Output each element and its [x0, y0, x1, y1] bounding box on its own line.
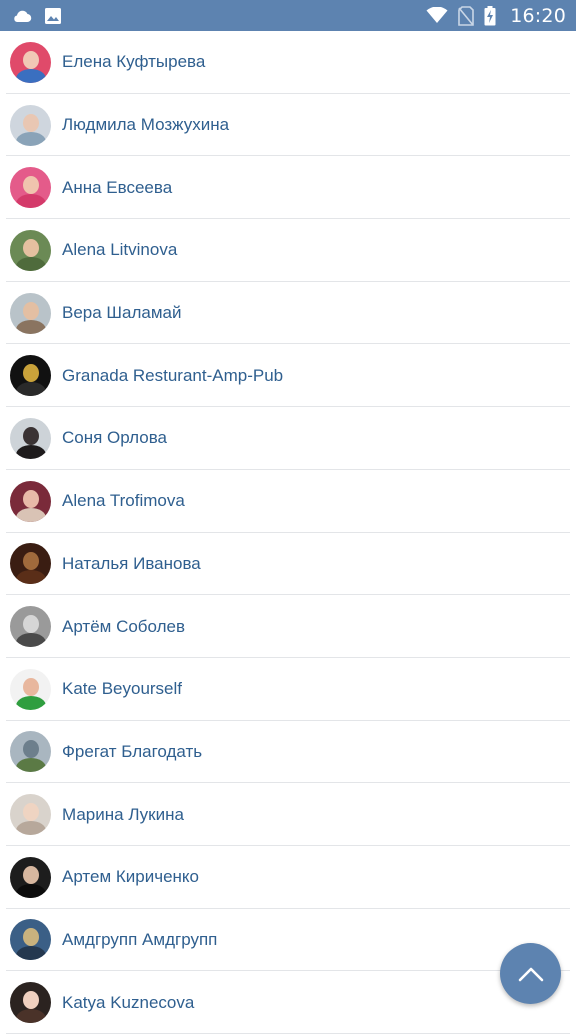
avatar — [10, 856, 51, 898]
friend-name: Kate Beyourself — [62, 679, 183, 699]
friend-row[interactable]: Alena Litvinova — [0, 219, 576, 282]
avatar — [10, 731, 51, 773]
status-time: 16:20 — [510, 4, 566, 27]
friend-row[interactable]: Елена Куфтырева — [0, 31, 576, 94]
friend-row[interactable]: Katya Kuznecova — [0, 971, 576, 1034]
avatar — [10, 355, 51, 397]
avatar — [10, 606, 51, 648]
avatar — [10, 919, 51, 961]
image-icon — [44, 7, 62, 25]
avatar — [10, 167, 51, 209]
friend-row[interactable]: Анна Евсеева — [0, 156, 576, 219]
friend-name: Katya Kuznecova — [62, 992, 195, 1012]
friend-name: Alena Litvinova — [62, 240, 178, 260]
friend-name: Артём Соболев — [62, 616, 186, 636]
friend-row[interactable]: Соня Орлова — [0, 407, 576, 470]
scroll-top-button[interactable] — [500, 943, 561, 1004]
friend-name: Granada Resturant-Amp-Pub — [62, 365, 284, 385]
friend-row[interactable]: Артём Соболев — [0, 595, 576, 658]
avatar — [10, 229, 51, 271]
avatar — [10, 41, 51, 83]
friend-row[interactable]: Kate Beyourself — [0, 658, 576, 721]
friend-row[interactable]: Фрегат Благодать — [0, 721, 576, 784]
status-bar: 16:20 — [0, 0, 576, 31]
friend-name: Людмила Мозжухина — [62, 115, 230, 135]
friend-name: Марина Лукина — [62, 804, 184, 824]
avatar — [10, 292, 51, 334]
battery-charging-icon — [484, 5, 496, 26]
friend-name: Елена Куфтырева — [62, 52, 206, 72]
friend-list: Елена Куфтырева Людмила Мозжухина Анна Евс… — [0, 31, 576, 1034]
friend-name: Alena Trofimova — [62, 491, 185, 511]
chevron-up-icon — [518, 966, 544, 982]
no-sim-icon — [458, 5, 475, 26]
friend-row[interactable]: Артем Кириченко — [0, 846, 576, 909]
friend-row[interactable]: Наталья Иванова — [0, 533, 576, 596]
cloud-icon — [12, 9, 32, 23]
avatar — [10, 982, 51, 1024]
friend-row[interactable]: Марина Лукина — [0, 783, 576, 846]
avatar — [10, 543, 51, 585]
avatar — [10, 794, 51, 836]
friend-name: Артем Кириченко — [62, 867, 200, 887]
friend-row[interactable]: Амдгрупп Амдгрупп — [0, 909, 576, 972]
friend-name: Амдгрупп Амдгрупп — [62, 929, 218, 949]
friend-name: Анна Евсеева — [62, 177, 173, 197]
avatar — [10, 480, 51, 522]
avatar — [10, 668, 51, 710]
avatar — [10, 417, 51, 459]
friend-row[interactable]: Alena Trofimova — [0, 470, 576, 533]
friend-name: Фрегат Благодать — [62, 741, 203, 761]
friend-name: Наталья Иванова — [62, 553, 201, 573]
friend-row[interactable]: Вера Шаламай — [0, 282, 576, 345]
friend-row[interactable]: Людмила Мозжухина — [0, 94, 576, 157]
avatar — [10, 104, 51, 146]
wifi-icon — [426, 7, 448, 24]
friend-name: Соня Орлова — [62, 428, 168, 448]
friend-row[interactable]: Granada Resturant-Amp-Pub — [0, 344, 576, 407]
friend-name: Вера Шаламай — [62, 303, 182, 323]
